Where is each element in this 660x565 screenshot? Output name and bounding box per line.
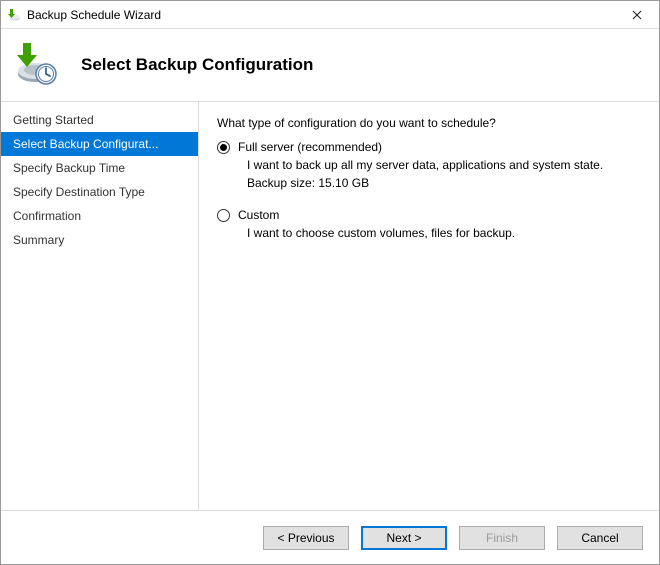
cancel-button[interactable]: Cancel	[557, 526, 643, 550]
step-getting-started[interactable]: Getting Started	[1, 108, 198, 132]
option-custom-description: I want to choose custom volumes, files f…	[247, 226, 641, 240]
step-specify-destination-type[interactable]: Specify Destination Type	[1, 180, 198, 204]
wizard-window: Backup Schedule Wizard Select Backup Con…	[0, 0, 660, 565]
content-pane: What type of configuration do you want t…	[199, 102, 659, 510]
backup-size: Backup size: 15.10 GB	[247, 176, 641, 190]
radio-icon	[217, 141, 230, 154]
wizard-footer: < Previous Next > Finish Cancel	[1, 510, 659, 564]
wizard-header: Select Backup Configuration	[1, 29, 659, 101]
title-bar: Backup Schedule Wizard	[1, 1, 659, 29]
page-heading: Select Backup Configuration	[81, 55, 313, 75]
option-full-label: Full server (recommended)	[238, 140, 382, 154]
option-custom[interactable]: Custom	[217, 208, 641, 222]
next-button[interactable]: Next >	[361, 526, 447, 550]
window-title: Backup Schedule Wizard	[23, 8, 615, 22]
step-specify-backup-time[interactable]: Specify Backup Time	[1, 156, 198, 180]
previous-button[interactable]: < Previous	[263, 526, 349, 550]
backup-wizard-icon	[13, 41, 61, 89]
option-custom-label: Custom	[238, 208, 279, 222]
option-full-server[interactable]: Full server (recommended)	[217, 140, 641, 154]
config-prompt: What type of configuration do you want t…	[217, 116, 641, 130]
app-icon	[7, 7, 23, 23]
finish-button: Finish	[459, 526, 545, 550]
radio-icon	[217, 209, 230, 222]
wizard-body: Getting Started Select Backup Configurat…	[1, 101, 659, 510]
step-select-backup-configuration[interactable]: Select Backup Configurat...	[1, 132, 198, 156]
step-summary[interactable]: Summary	[1, 228, 198, 252]
close-button[interactable]	[615, 1, 659, 28]
steps-sidebar: Getting Started Select Backup Configurat…	[1, 102, 199, 510]
step-confirmation[interactable]: Confirmation	[1, 204, 198, 228]
option-full-description: I want to back up all my server data, ap…	[247, 158, 641, 172]
